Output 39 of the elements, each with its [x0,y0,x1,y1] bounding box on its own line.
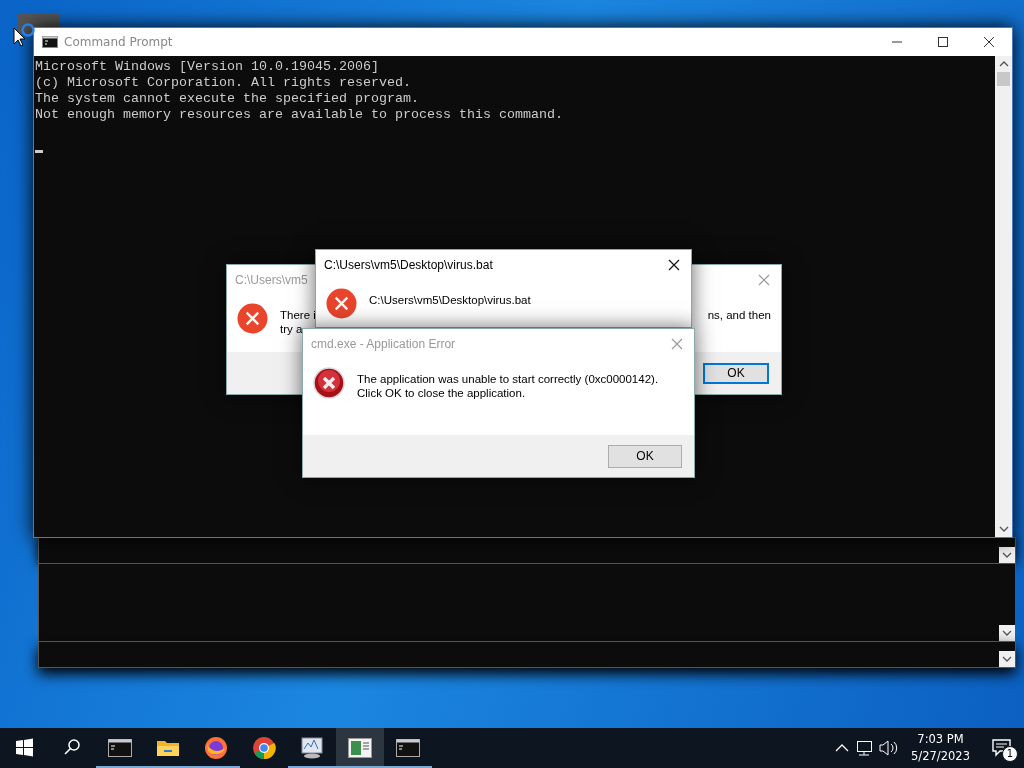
ok-button[interactable]: OK [608,444,682,468]
console-line: Not enough memory resources are available to process this command. [35,107,564,123]
scroll-thumb[interactable] [997,72,1010,86]
scroll-down-icon[interactable] [999,651,1015,667]
monitor-icon [300,737,324,759]
error-message: ns, and then [707,309,771,323]
console-line: The system cannot execute the specified program. [35,91,420,107]
taskbar-app[interactable] [336,728,384,768]
dialog-title: C:\Users\vm5\Desktop\virus.bat [324,258,493,272]
scroll-down-icon[interactable] [999,547,1015,563]
error-icon [326,288,357,319]
browser-icon [252,736,276,760]
error-message: The application was unable to start correctly (0xc0000142). [357,373,660,387]
error-message: try a [280,322,304,336]
error-message: There i [280,309,316,323]
error-icon [313,367,345,399]
text-cursor [35,150,43,153]
scrollbar[interactable] [995,56,1012,537]
dialog-title: C:\Users\vm5 [235,273,308,287]
console-icon [396,738,420,758]
console-line: Microsoft Windows [Version 10.0.19045.2006] [35,59,380,75]
clock-time[interactable]: 7:03 PM [917,731,964,748]
folder-icon [156,738,180,758]
notification-badge: 1 [1002,746,1018,762]
error-message: Click OK to close the application. [357,386,527,400]
console-icon [42,36,58,48]
clock-date[interactable]: 5/27/2023 [911,748,970,765]
console-icon [108,738,132,758]
window-title: Command Prompt [64,35,173,49]
dialog-title: cmd.exe - Application Error [311,337,456,351]
notification-icon[interactable] [991,737,1013,759]
error-icon [237,303,268,334]
console-line: (c) Microsoft Corporation. All rights reserved. [35,75,412,91]
scroll-down-icon[interactable] [999,625,1015,641]
ok-button[interactable]: OK [703,362,769,384]
browser-icon [204,736,228,760]
close-icon[interactable] [667,258,681,272]
document-icon [348,738,372,758]
error-message: C:\Users\vm5\Desktop\virus.bat [369,294,532,308]
